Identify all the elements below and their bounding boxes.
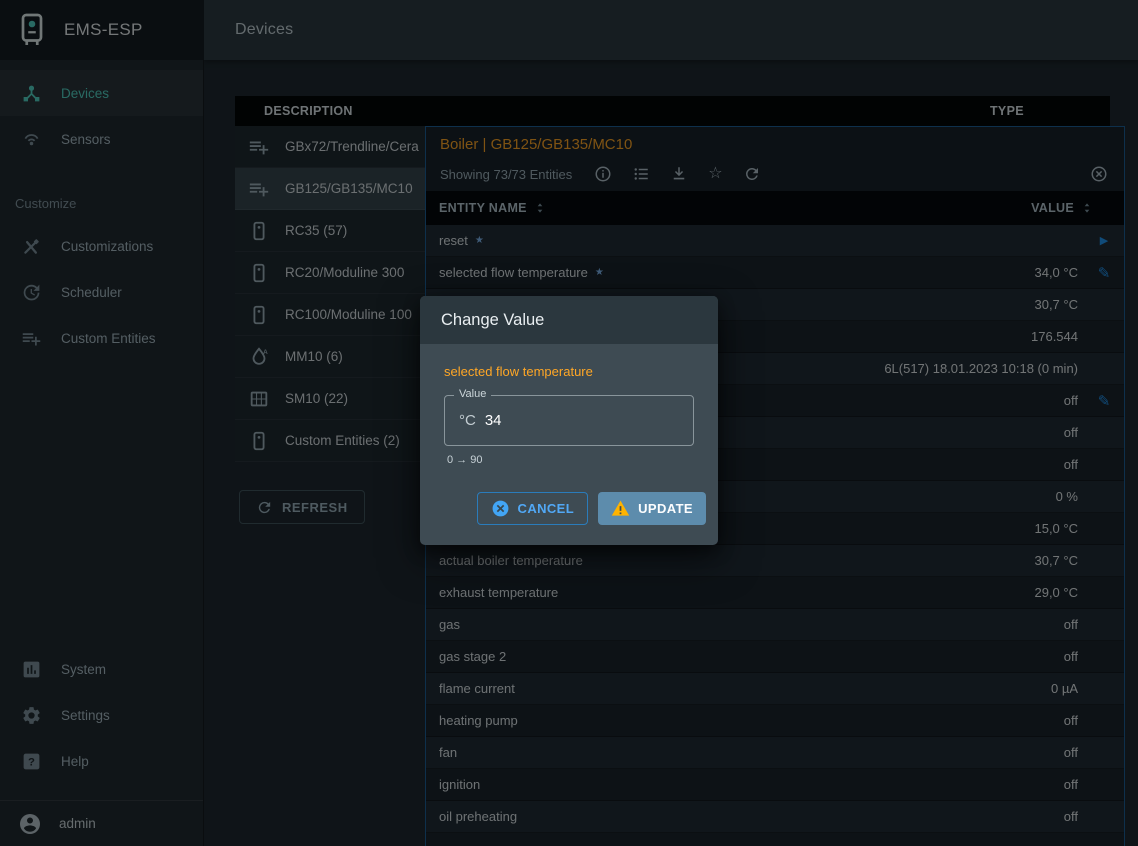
dialog-actions: CANCEL UPDATE <box>444 492 706 525</box>
value-input[interactable] <box>485 412 679 429</box>
cancel-button[interactable]: CANCEL <box>477 492 589 525</box>
cancel-label: CANCEL <box>518 501 575 516</box>
cancel-circle-icon <box>491 499 510 518</box>
update-label: UPDATE <box>638 501 693 516</box>
value-range-helper: 0 → 90 <box>447 454 694 466</box>
unit-prefix: °C <box>459 412 476 429</box>
dialog-entity-label: selected flow temperature <box>444 364 694 379</box>
update-button[interactable]: UPDATE <box>598 492 706 525</box>
app-window: EMS-ESP Devices Devices Sensors Customiz… <box>0 0 1138 846</box>
value-field: Value °C <box>444 395 694 446</box>
dialog-title: Change Value <box>420 296 718 344</box>
dialog-body: selected flow temperature Value °C 0 → 9… <box>420 344 718 545</box>
change-value-dialog: Change Value selected flow temperature V… <box>420 296 718 545</box>
value-field-label: Value <box>454 388 491 400</box>
warning-icon <box>611 499 630 518</box>
